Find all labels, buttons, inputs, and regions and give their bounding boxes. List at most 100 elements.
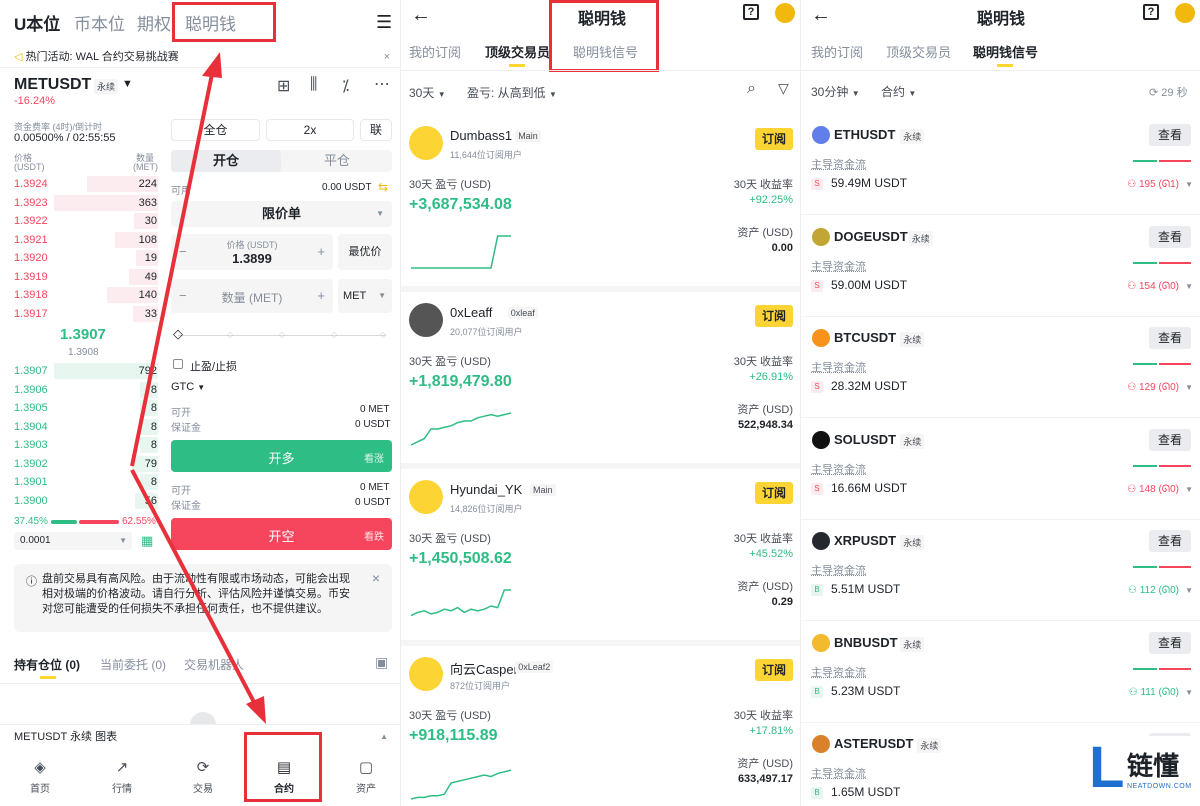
refresh-timer[interactable]: ⟳ 29 秒 xyxy=(1149,84,1188,100)
user-extra-value: (ᘏ0) xyxy=(1155,483,1179,495)
trader-tag: Main xyxy=(515,130,541,142)
perp-tag: 永续 xyxy=(900,636,925,652)
chevron-down-icon: ▼ xyxy=(851,89,860,98)
assets-label: 资产 (USD) xyxy=(737,758,793,770)
flow-value: 59.49M USDT xyxy=(831,176,908,190)
tab-top-traders[interactable]: 顶级交易员 xyxy=(886,42,951,61)
chevron-down-icon[interactable]: ▼ xyxy=(1185,688,1193,697)
back-arrow-icon[interactable]: ← xyxy=(411,4,431,27)
user-extra-value: (ᘏ0) xyxy=(1155,585,1179,596)
perp-tag: 永续 xyxy=(908,230,933,246)
short-bar xyxy=(1159,261,1191,264)
assets-label: 资产 (USD) xyxy=(737,227,793,239)
view-button[interactable]: 查看 xyxy=(1149,124,1191,146)
signal-row[interactable]: ETHUSDT 永续 查看 主导资金流 S 59.49M USDT ⚇ 195 (ᘏ1) ▼ xyxy=(801,114,1200,215)
chevron-down-icon[interactable]: ▼ xyxy=(1185,282,1193,291)
view-button[interactable]: 查看 xyxy=(1149,530,1191,552)
user-count: ⚇ 111 (ᘏ0) xyxy=(1129,687,1179,698)
tab-top-traders[interactable]: 顶级交易员 xyxy=(485,42,550,61)
trader-card[interactable]: 0xLeaff 0xleaf 20,077位订阅用户 订阅 30天 盈亏 (USD) +1… xyxy=(401,293,800,469)
annotation-arrow-line xyxy=(130,469,258,707)
user-extra-value: (ᘏ1) xyxy=(1155,179,1179,190)
tab-underline xyxy=(509,64,525,67)
user-count: ⚇ 112 (ᘏ0) xyxy=(1128,585,1179,596)
annotation-arrow-line xyxy=(130,73,214,467)
chevron-down-icon[interactable]: ▼ xyxy=(1185,485,1193,494)
assets-value: 0.29 xyxy=(771,596,793,608)
eth-icon xyxy=(812,126,830,144)
signal-row[interactable]: BNBUSDT 永续 查看 主导资金流 B 5.23M USDT ⚇ 111 (ᘏ0) ▼ xyxy=(801,622,1200,723)
view-button[interactable]: 查看 xyxy=(1149,428,1191,451)
user-extra-value: (ᘏ0) xyxy=(1155,686,1179,698)
avatar[interactable] xyxy=(775,3,795,23)
chevron-down-icon[interactable]: ▼ xyxy=(1185,383,1193,392)
tab-my-subscriptions[interactable]: 我的订阅 xyxy=(811,42,863,61)
trader-card[interactable]: Hyundai_YK Main 14,826位订阅用户 订阅 30天 盈亏 (USD) +… xyxy=(401,470,800,646)
signal-row[interactable]: DOGEUSDT 永续 查看 主导资金流 S 59.00M USDT ⚇ 154 (ᘏ0) ▼ xyxy=(801,216,1200,317)
flow-label: 主导资金流 xyxy=(811,260,866,273)
signal-row[interactable]: BTCUSDT 永续 查看 主导资金流 S 28.32M USDT ⚇ 129 (ᘏ0) ▼ xyxy=(801,317,1200,418)
pnl-sparkline xyxy=(410,589,511,617)
back-arrow-icon[interactable]: ← xyxy=(811,4,831,27)
long-bar xyxy=(1133,160,1157,162)
view-button[interactable]: 查看 xyxy=(1149,631,1191,654)
period-filter[interactable]: 30天 ▼ xyxy=(409,84,446,101)
user-count-value: 111 xyxy=(1140,686,1156,698)
flow-value: 1.65M USDT xyxy=(831,785,901,799)
trader-subscribers: 14,826位订阅用户 xyxy=(450,504,523,514)
subscribe-button[interactable]: 订阅 xyxy=(755,482,793,504)
view-button[interactable]: 查看 xyxy=(1149,225,1191,248)
view-button[interactable]: 查看 xyxy=(1149,327,1191,349)
short-bar xyxy=(1159,566,1191,568)
avatar[interactable] xyxy=(1175,3,1195,23)
flow-label: 主导资金流 xyxy=(811,362,866,374)
top-traders-panel: ← 聪明钱 ? 我的订阅 顶级交易员 聪明钱信号 30天 ▼ 盈亏: 从高到低 … xyxy=(400,0,800,806)
user-count-value: 195 xyxy=(1139,179,1156,190)
signal-symbol: SOLUSDT xyxy=(834,431,897,447)
tab-smart-signals[interactable]: 聪明钱信号 xyxy=(973,42,1038,61)
perp-tag: 永续 xyxy=(900,332,925,347)
trader-tag: Main xyxy=(530,484,556,496)
chevron-down-icon[interactable]: ▼ xyxy=(1185,586,1193,595)
signal-symbol: XRPUSDT xyxy=(834,533,897,548)
chevron-down-icon[interactable]: ▼ xyxy=(1185,180,1193,189)
trader-card[interactable]: Dumbass1 Main 11,644位订阅用户 订阅 30天 盈亏 (USD) +3,… xyxy=(401,116,800,292)
flow-value: 28.32M USDT xyxy=(831,379,908,393)
chevron-down-icon: ▼ xyxy=(908,89,917,98)
trader-card[interactable]: 向云Casper 0xLeaf2 872位订阅用户 订阅 30天 盈亏 (USD) +91… xyxy=(401,647,800,806)
tab-my-subscriptions[interactable]: 我的订阅 xyxy=(409,42,461,61)
short-bar xyxy=(1159,160,1191,162)
market-filter[interactable]: 合约 ▼ xyxy=(881,83,916,100)
side-badge: B xyxy=(811,584,823,596)
interval-value: 30分钟 xyxy=(811,85,849,99)
flow-value: 5.51M USDT xyxy=(831,582,901,596)
roi-value: +45.52% xyxy=(749,548,793,560)
signal-row[interactable]: XRPUSDT 永续 查看 主导资金流 B 5.51M USDT ⚇ 112 (ᘏ0) ▼ xyxy=(801,520,1200,621)
trader-tag: 0xLeaf2 xyxy=(515,661,554,673)
person-icon: ⚇ xyxy=(1127,585,1140,596)
signal-row[interactable]: SOLUSDT 永续 查看 主导资金流 S 16.66M USDT ⚇ 148 (ᘏ0) ▼ xyxy=(801,419,1200,520)
arrowhead-up-icon xyxy=(202,52,222,78)
subscribe-button[interactable]: 订阅 xyxy=(755,659,793,681)
assets-value: 522,948.34 xyxy=(737,419,793,431)
trader-subscribers: 872位订阅用户 xyxy=(450,681,511,691)
user-extra-value: (ᘏ0) xyxy=(1155,382,1179,393)
interval-filter[interactable]: 30分钟 ▼ xyxy=(811,83,860,100)
sort-filter[interactable]: 盈亏: 从高到低 ▼ xyxy=(467,84,557,101)
flow-label: 主导资金流 xyxy=(811,159,866,171)
search-icon[interactable]: ⌕ xyxy=(747,80,756,98)
subscribe-button[interactable]: 订阅 xyxy=(755,305,793,327)
help-icon[interactable]: ? xyxy=(743,4,759,20)
subscribe-button[interactable]: 订阅 xyxy=(755,128,793,150)
signal-symbol: BTCUSDT xyxy=(834,330,897,345)
user-extra-value: (ᘏ0) xyxy=(1155,280,1179,292)
filter-icon[interactable]: ▽ xyxy=(778,80,789,97)
pnl-value: +1,450,508.62 xyxy=(409,550,512,567)
help-icon[interactable]: ? xyxy=(1143,4,1159,20)
sparkline-line xyxy=(410,589,511,617)
person-icon: ⚇ xyxy=(1128,686,1141,698)
short-bar xyxy=(1159,464,1191,467)
watermark-subtext: NEATDOWN.COM xyxy=(1127,783,1192,790)
assets-value: 0.00 xyxy=(771,242,793,254)
annotation-arrows xyxy=(130,52,266,724)
